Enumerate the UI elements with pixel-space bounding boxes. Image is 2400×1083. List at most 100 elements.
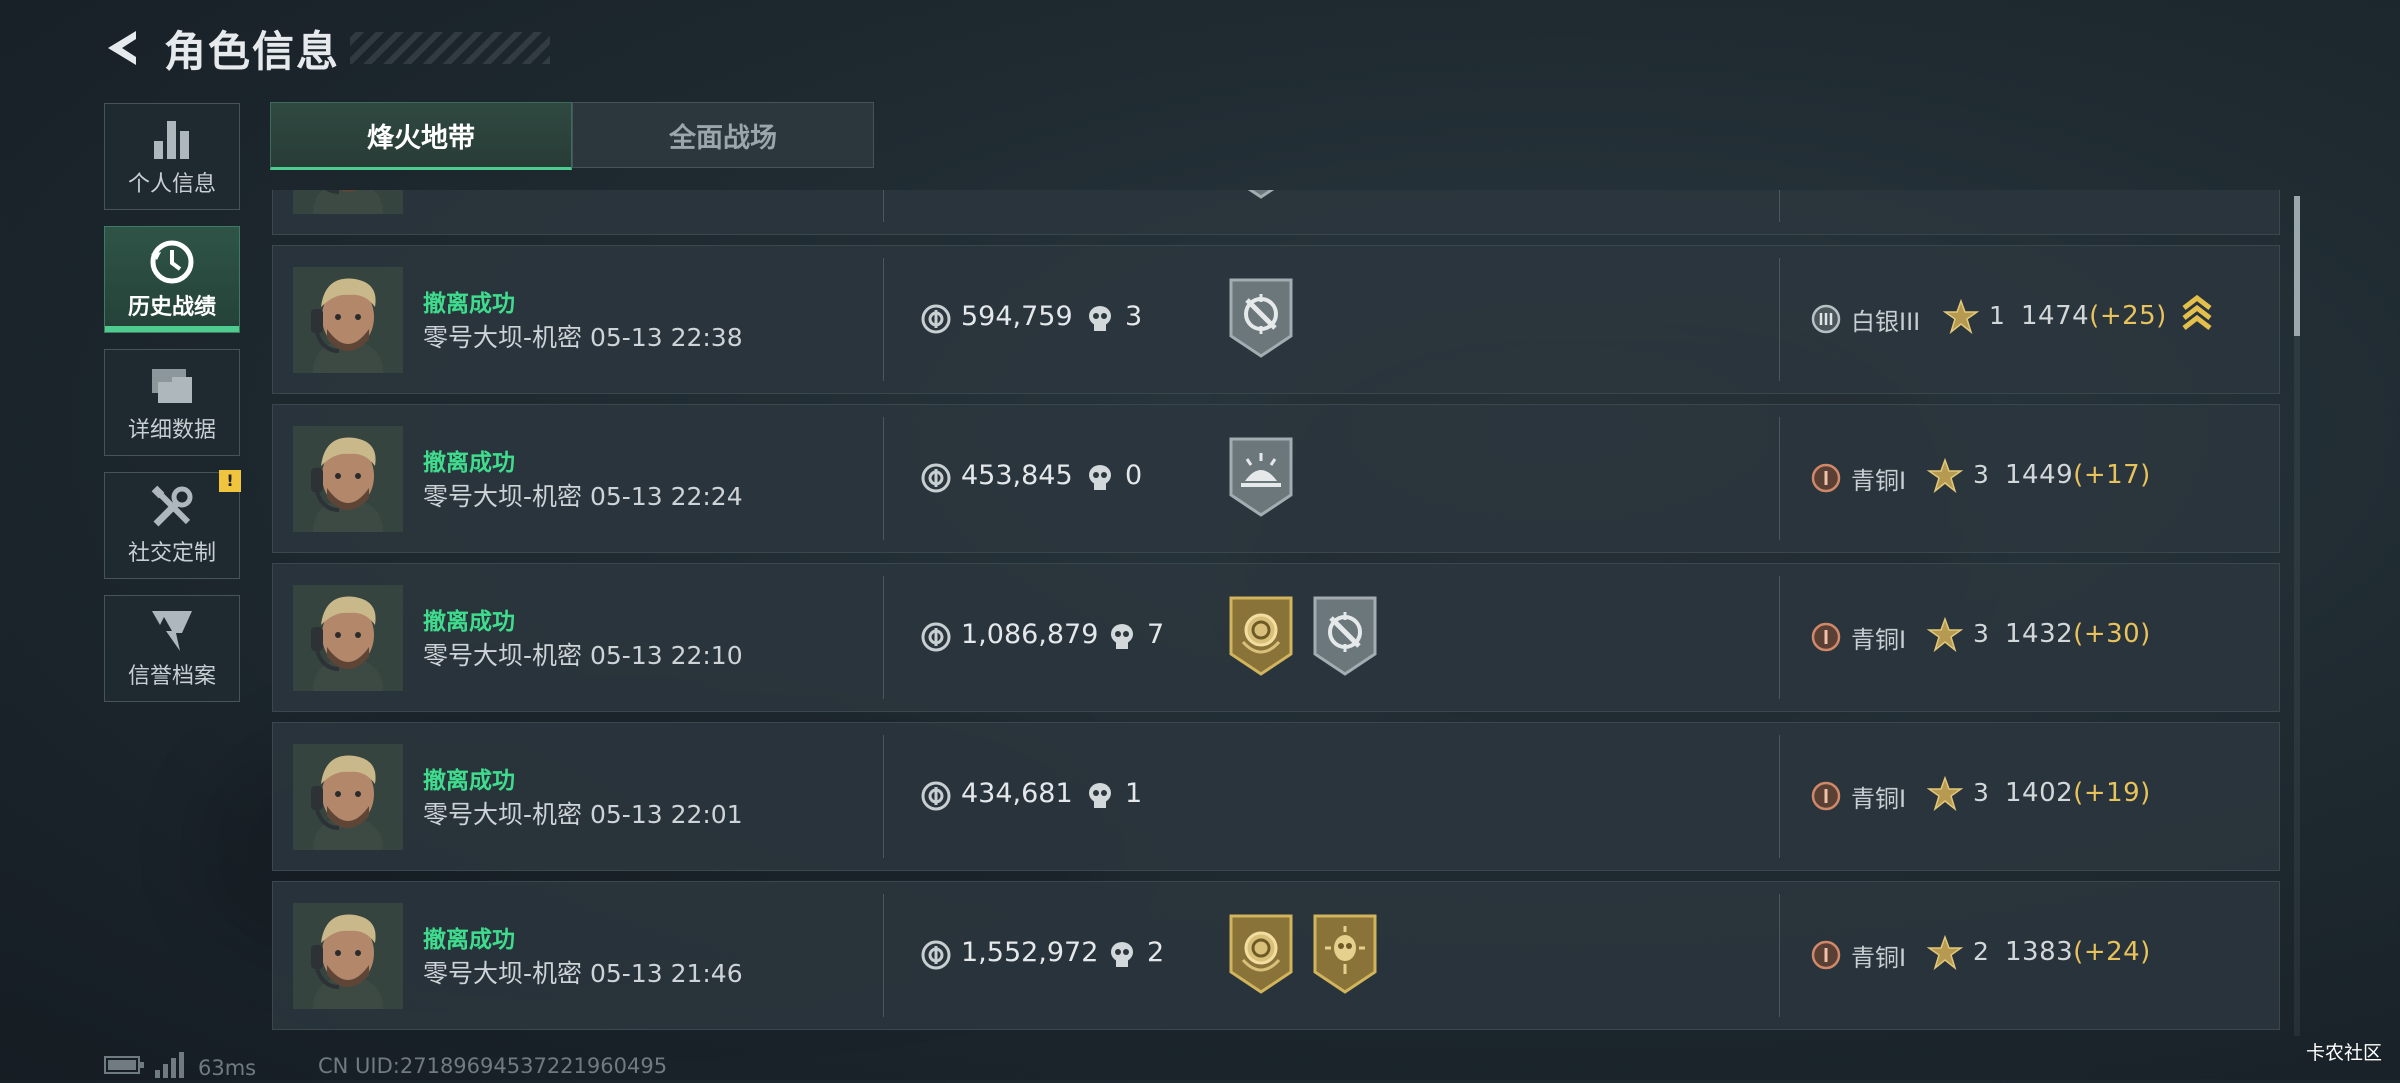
- rank-name: 青铜I: [1851, 944, 1907, 972]
- bronze-rank-icon: [1811, 463, 1841, 493]
- score-value: 1474: [2021, 301, 2090, 331]
- tab-battlefield[interactable]: 全面战场: [572, 102, 874, 168]
- rank-name: 青铜I: [1851, 626, 1907, 654]
- sidebar: 个人信息 历史战绩 详细数据 ! 社交定制 信誉档案: [104, 103, 241, 718]
- coin-icon: [921, 622, 951, 652]
- match-history-rows: 撤离成功零号大坝-机密 05-13 22:52507,2235白银III2150…: [272, 190, 2280, 1040]
- star-icon: [1926, 457, 1964, 494]
- star-icon: [1926, 775, 1964, 812]
- star-icon: [1926, 934, 1964, 971]
- map-and-time: 零号大坝-机密 05-13 22:10: [423, 636, 743, 672]
- rank-name: 青铜I: [1851, 467, 1907, 495]
- rank-name: 青铜I: [1851, 785, 1907, 813]
- score-delta: (+24): [2073, 937, 2151, 967]
- kill-count: 0: [1125, 460, 1143, 491]
- loot-value: 1,086,879: [961, 619, 1099, 650]
- signal-icon: [154, 1052, 186, 1083]
- page-header: 角色信息: [100, 22, 551, 76]
- kill-count: 2: [1147, 937, 1165, 968]
- loot-value: 453,845: [961, 460, 1073, 491]
- match-history-list[interactable]: 撤离成功零号大坝-机密 05-13 22:52507,2235白银III2150…: [272, 190, 2280, 1040]
- bar-chart-icon: [146, 116, 198, 162]
- match-time: 05-13 21:46: [589, 959, 743, 988]
- sidebar-item-reputation[interactable]: 信誉档案: [104, 595, 240, 702]
- star-count: 3: [1973, 460, 1989, 489]
- column-divider: [883, 417, 884, 540]
- tab-firezone[interactable]: 烽火地带: [270, 102, 572, 170]
- silver-rank-icon: [1811, 304, 1841, 334]
- extraction-status: 撤离成功: [423, 450, 515, 476]
- match-time: 05-13 22:24: [589, 482, 743, 511]
- extraction-status: 撤离成功: [423, 927, 515, 953]
- rank-score: 1432(+30): [2005, 619, 2151, 649]
- mode-tabs: 烽火地带 全面战场: [270, 102, 874, 170]
- star-count: 1: [1989, 301, 2005, 330]
- column-divider: [1779, 258, 1780, 381]
- back-arrow-icon[interactable]: [100, 25, 146, 71]
- sidebar-item-label: 社交定制: [127, 540, 216, 566]
- skull-icon: [1085, 781, 1115, 811]
- bronze-rank-icon: [1811, 940, 1841, 970]
- rank-name: 白银III: [1851, 308, 1921, 336]
- loot-value: 434,681: [961, 778, 1073, 809]
- score-value: 1432: [2005, 619, 2074, 649]
- column-divider: [1779, 894, 1780, 1017]
- sidebar-item-label: 详细数据: [127, 417, 216, 443]
- map-name: 零号大坝-机密: [423, 190, 582, 193]
- map-and-time: 零号大坝-机密 05-13 22:01: [423, 795, 743, 831]
- operator-avatar: [293, 190, 403, 214]
- shield-emblem-icon: [146, 608, 198, 654]
- coin-icon: [921, 781, 951, 811]
- sidebar-item-social[interactable]: ! 社交定制: [104, 470, 241, 579]
- skull-icon: [1107, 622, 1137, 652]
- gold-coin-medal-icon: [1227, 596, 1295, 676]
- sidebar-item-label: 信誉档案: [127, 663, 216, 689]
- folder-stack-icon: [146, 362, 198, 408]
- operator-avatar: [293, 426, 403, 532]
- sidebar-item-personal-info[interactable]: 个人信息: [104, 103, 240, 210]
- score-value: 1449: [2005, 460, 2074, 490]
- map-name: 零号大坝-机密: [423, 323, 583, 352]
- gold-skull-medal-icon: [1311, 914, 1379, 994]
- star-count: 3: [1973, 778, 1989, 807]
- match-record-row[interactable]: 撤离成功 零号大坝-机密 05-13 21:46 1,552,972 2 青铜I 2 138…: [272, 881, 2280, 1030]
- loot-value: 594,759: [961, 301, 1073, 332]
- bronze-rank-icon: [1811, 781, 1841, 811]
- bronze-rank-icon: [1811, 622, 1841, 652]
- score-delta: (+19): [2073, 778, 2151, 808]
- sidebar-item-detailed-data[interactable]: 详细数据: [104, 349, 240, 456]
- coin-icon: [921, 940, 951, 970]
- map-and-time: 零号大坝-机密 05-13 22:52: [423, 190, 743, 195]
- match-record-row[interactable]: 撤离成功 零号大坝-机密 05-13 22:38 594,759 3 白银III 1 147…: [272, 245, 2280, 394]
- map-name: 零号大坝-机密: [423, 482, 583, 511]
- history-clock-icon: [146, 239, 198, 285]
- match-record-row[interactable]: 撤离成功零号大坝-机密 05-13 22:52507,2235白银III2150…: [272, 190, 2280, 235]
- star-icon: [1926, 616, 1964, 653]
- match-record-row[interactable]: 撤离成功 零号大坝-机密 05-13 22:10 1,086,879 7 青铜I 3 143…: [272, 563, 2280, 712]
- scrollbar-thumb[interactable]: [2294, 196, 2300, 336]
- operator-avatar: [293, 267, 403, 373]
- gold-coin-medal-icon: [1227, 914, 1295, 994]
- match-time: 05-13 22:52: [590, 190, 743, 193]
- match-time: 05-13 22:38: [589, 323, 743, 352]
- column-divider: [1779, 576, 1780, 699]
- column-divider: [883, 735, 884, 858]
- sidebar-item-history[interactable]: 历史战绩: [104, 226, 240, 333]
- match-record-row[interactable]: 撤离成功 零号大坝-机密 05-13 22:24 453,845 0 青铜I 3 1449(…: [272, 404, 2280, 553]
- score-value: 1402: [2005, 778, 2074, 808]
- sidebar-item-label: 个人信息: [127, 171, 216, 197]
- coin-icon: [921, 463, 951, 493]
- column-divider: [1779, 190, 1780, 222]
- column-divider: [1779, 735, 1780, 858]
- kill-count: 3: [1125, 301, 1143, 332]
- score-delta: (+25): [2089, 301, 2167, 331]
- star-count: 3: [1973, 619, 1989, 648]
- uid-text: CN UID:27189694537221960495: [318, 1054, 668, 1078]
- extraction-status: 撤离成功: [423, 609, 515, 635]
- page-title: 角色信息: [164, 26, 341, 76]
- column-divider: [1779, 417, 1780, 540]
- grey-target-medal-icon: [1311, 596, 1379, 676]
- match-record-row[interactable]: 撤离成功 零号大坝-机密 05-13 22:01 434,681 1 青铜I 3 1402(…: [272, 722, 2280, 871]
- grey-target-medal-icon: [1227, 190, 1295, 199]
- extraction-status: 撤离成功: [423, 768, 515, 794]
